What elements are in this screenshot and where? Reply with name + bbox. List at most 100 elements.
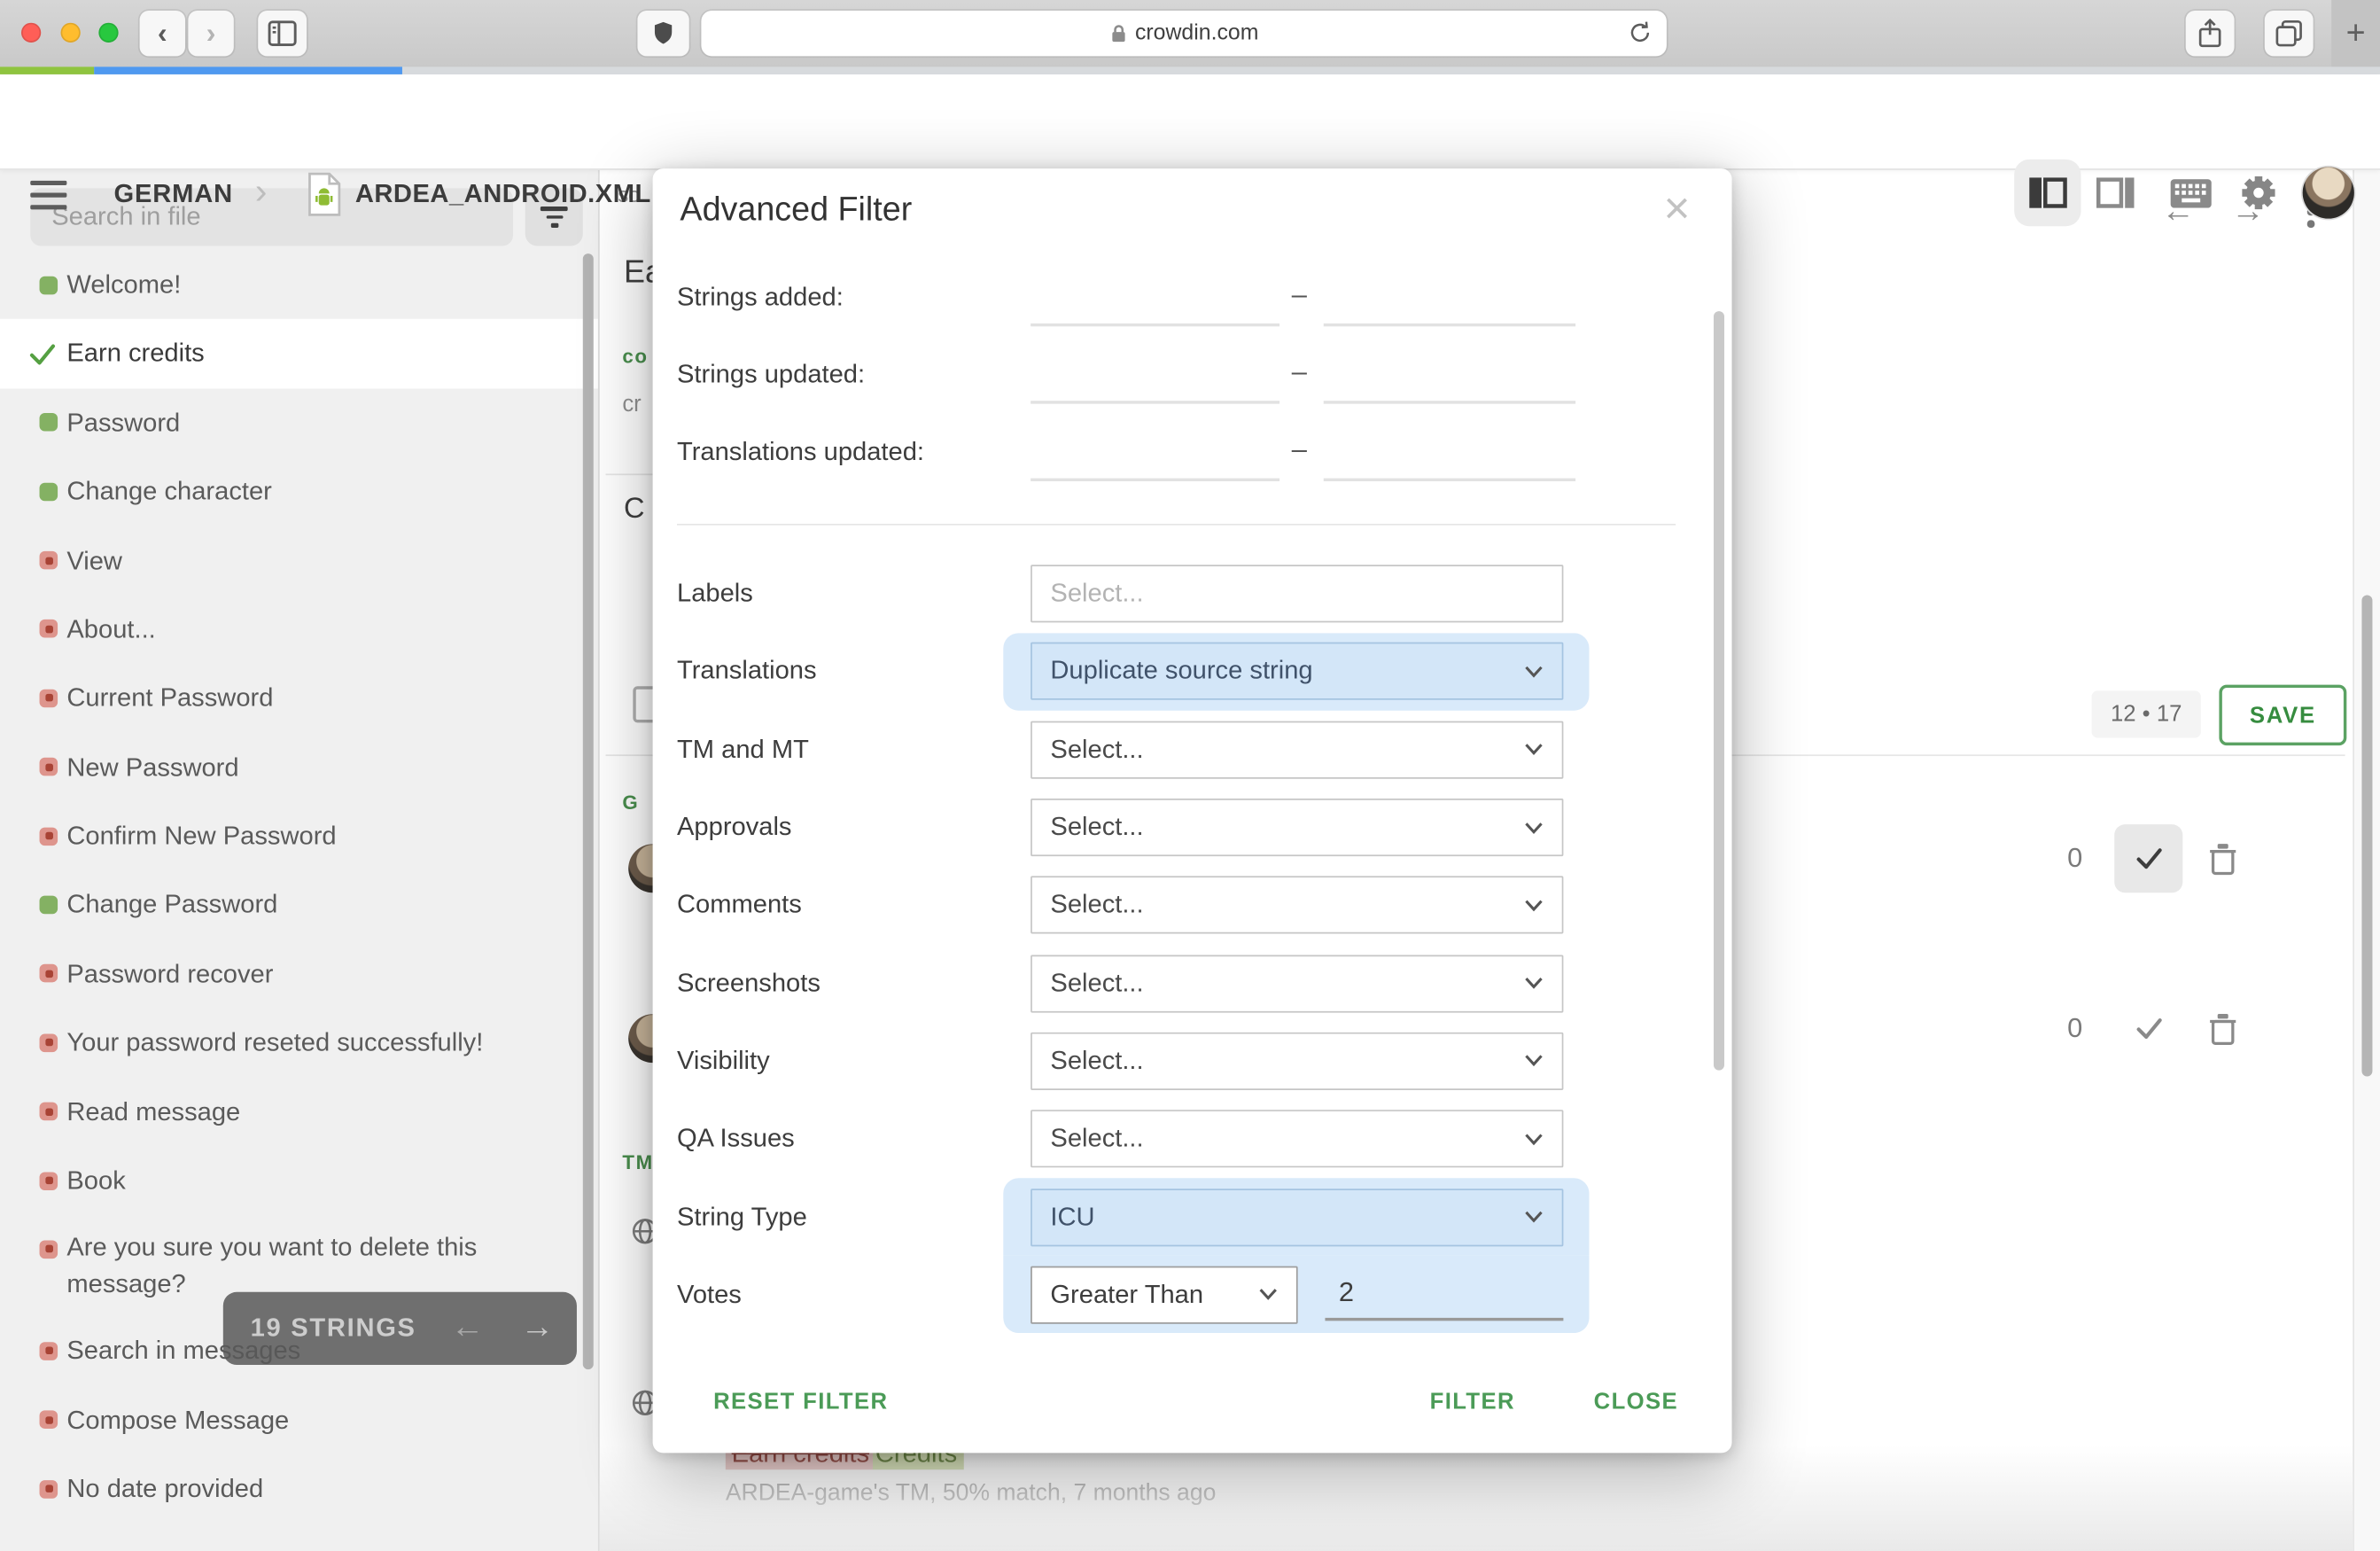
new-tab-button[interactable]: + — [2331, 0, 2380, 66]
browser-sidebar-button[interactable] — [258, 11, 307, 56]
char-count-badge: 12 • 17 — [2092, 690, 2201, 737]
date-range-row: Strings updated:– — [653, 336, 1732, 415]
chevron-down-icon — [1524, 1055, 1544, 1068]
modal-close-icon[interactable]: × — [1663, 187, 1690, 232]
previous-string-arrow-icon[interactable]: ← — [451, 1310, 485, 1344]
window-minimize-button[interactable] — [61, 23, 81, 43]
filter-select[interactable]: Select... — [1031, 955, 1563, 1012]
status-bullet-icon — [40, 620, 58, 639]
breadcrumb-file-name[interactable]: ARDEA_ANDROID.XML — [355, 179, 651, 209]
delete-button[interactable] — [2207, 1011, 2239, 1046]
labels-select-input[interactable]: Select... — [1031, 565, 1563, 622]
list-item[interactable]: New Password — [0, 733, 598, 802]
translation-row: 0 — [2057, 994, 2345, 1063]
list-item[interactable]: Book — [0, 1146, 598, 1215]
votes-operator-select[interactable]: Greater Than — [1031, 1266, 1297, 1323]
privacy-shield-button[interactable] — [637, 11, 688, 56]
list-item[interactable]: Current Password — [0, 664, 598, 733]
user-avatar[interactable] — [2303, 167, 2354, 218]
status-bullet-icon — [40, 1240, 58, 1259]
reset-filter-button[interactable]: RESET FILTER — [713, 1389, 888, 1415]
chevron-down-icon — [1258, 1288, 1278, 1301]
date-from-input[interactable] — [1031, 349, 1279, 404]
url-bar[interactable]: crowdin.com — [701, 11, 1666, 56]
select-value: Select... — [1050, 1046, 1143, 1076]
bg-text-fragment: C — [624, 494, 645, 527]
chevron-down-icon — [1524, 977, 1544, 990]
filter-button[interactable]: FILTER — [1430, 1389, 1515, 1415]
date-range-row: Strings added:– — [653, 258, 1732, 337]
approve-button[interactable] — [2114, 994, 2182, 1063]
date-to-input[interactable] — [1324, 426, 1575, 481]
browser-back-button[interactable]: ‹ — [140, 11, 185, 56]
list-item[interactable]: Password recover — [0, 939, 598, 1009]
vote-count: 0 — [2057, 1013, 2093, 1045]
list-item[interactable]: Change character — [0, 457, 598, 526]
keyboard-shortcuts-button[interactable] — [2157, 160, 2223, 226]
filter-select[interactable]: Select... — [1031, 721, 1563, 778]
list-item[interactable]: Confirm New Password — [0, 802, 598, 871]
date-from-input[interactable] — [1031, 272, 1279, 327]
chevron-down-icon — [1524, 821, 1544, 834]
save-button[interactable]: SAVE — [2219, 685, 2346, 746]
vote-count: 0 — [2057, 843, 2093, 875]
votes-value-input[interactable]: 2 — [1325, 1269, 1563, 1321]
list-item[interactable]: Read message — [0, 1078, 598, 1147]
select-value: Select... — [1050, 890, 1143, 920]
select-value: ICU — [1050, 1202, 1094, 1232]
close-button[interactable]: CLOSE — [1594, 1389, 1678, 1415]
list-item[interactable]: Your password reseted successfully! — [0, 1009, 598, 1078]
window-close-button[interactable] — [21, 23, 41, 43]
list-item-label: Confirm New Password — [66, 803, 336, 869]
next-string-arrow-icon[interactable]: → — [521, 1310, 555, 1344]
filter-control-zone: Select... — [1003, 944, 1589, 1022]
delete-button[interactable] — [2207, 841, 2239, 876]
breadcrumb-language[interactable]: GERMAN — [113, 179, 233, 209]
list-item[interactable]: Change Password — [0, 870, 598, 939]
list-item[interactable]: No date provided — [0, 1454, 598, 1524]
trash-icon — [2207, 1011, 2239, 1046]
list-item-label: About... — [66, 596, 155, 663]
browser-forward-button[interactable]: › — [188, 11, 233, 56]
list-item[interactable]: Compose Message — [0, 1386, 598, 1455]
date-from-input[interactable] — [1031, 426, 1279, 481]
filter-row-label: Screenshots — [677, 968, 821, 998]
share-button[interactable] — [2186, 11, 2235, 56]
filter-select[interactable]: Select... — [1031, 1111, 1563, 1168]
shield-icon — [649, 19, 677, 49]
layout-right-icon — [2095, 173, 2137, 213]
trash-icon — [2207, 841, 2239, 876]
main-scrollbar-thumb[interactable] — [2361, 595, 2372, 1076]
layout-right-panel-button[interactable] — [2082, 160, 2149, 226]
list-item[interactable]: Password — [0, 388, 598, 457]
modal-scrollbar[interactable] — [1714, 311, 1724, 1071]
status-bullet-icon — [40, 964, 58, 983]
filter-select[interactable]: Select... — [1031, 1033, 1563, 1090]
refresh-button[interactable] — [1626, 19, 1655, 48]
list-item[interactable]: About... — [0, 595, 598, 664]
sidebar-scrollbar[interactable] — [583, 253, 594, 1369]
filter-row-label: Approvals — [677, 813, 792, 843]
bg-text-fragment: cr — [622, 392, 641, 417]
layout-side-by-side-button[interactable] — [2014, 160, 2081, 226]
window-zoom-button[interactable] — [98, 23, 118, 43]
filter-row-label: QA Issues — [677, 1124, 795, 1154]
list-item-label: Change character — [66, 459, 271, 526]
date-to-input[interactable] — [1324, 272, 1575, 327]
list-item-label: Read message — [66, 1079, 240, 1145]
status-bullet-icon — [40, 1172, 58, 1190]
settings-button[interactable] — [2225, 160, 2291, 226]
filter-row-label: Comments — [677, 890, 802, 920]
list-item[interactable]: Earn credits — [0, 319, 598, 388]
list-item[interactable]: Welcome! — [0, 251, 598, 320]
approve-button[interactable] — [2114, 824, 2182, 892]
bg-text-fragment: G — [622, 791, 639, 814]
date-to-input[interactable] — [1324, 349, 1575, 404]
filter-select[interactable]: Select... — [1031, 799, 1563, 856]
list-item[interactable]: View — [0, 526, 598, 596]
tabs-overview-button[interactable] — [2265, 11, 2314, 56]
filter-select[interactable]: Select... — [1031, 877, 1563, 934]
filter-select[interactable]: Duplicate source string — [1031, 643, 1563, 700]
chevron-down-icon — [1524, 665, 1544, 678]
filter-select[interactable]: ICU — [1031, 1188, 1563, 1245]
